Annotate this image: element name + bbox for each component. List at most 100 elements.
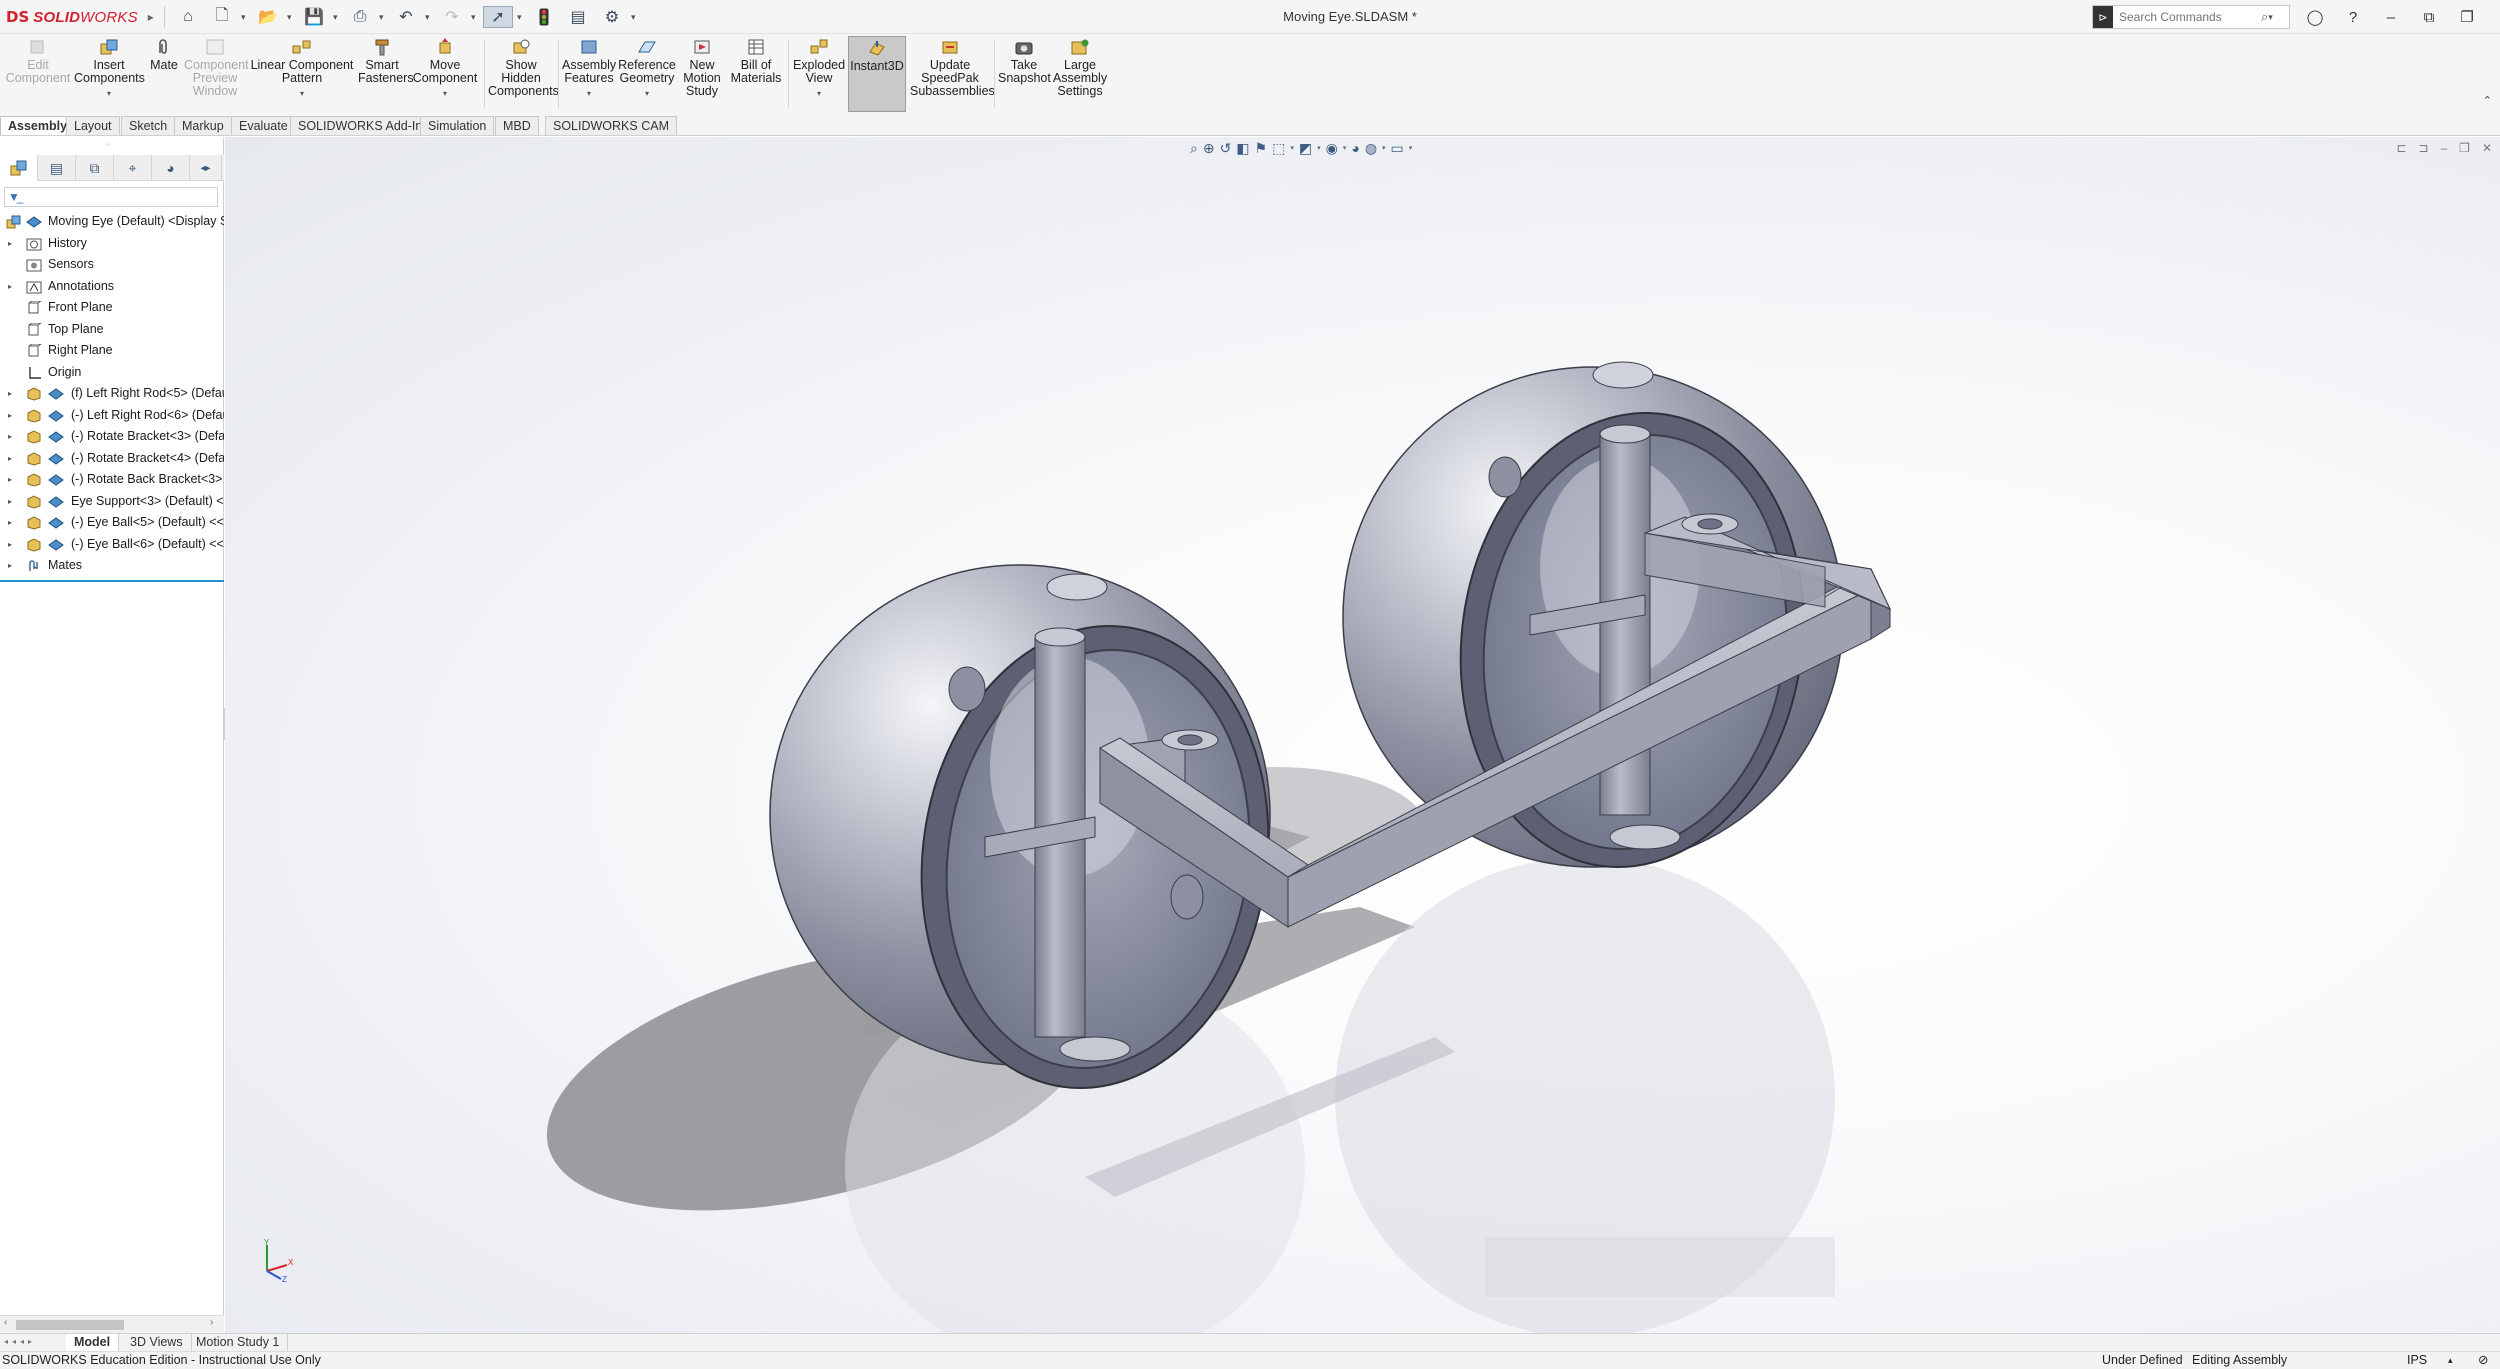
new-dropdown-icon[interactable]: ▾: [241, 12, 249, 23]
tree-root-assembly[interactable]: Moving Eye (Default) <Display Sta: [0, 211, 224, 233]
display-manager-tab-icon[interactable]: ◕: [152, 155, 190, 181]
expand-arrow-icon[interactable]: ▸: [8, 448, 12, 470]
tree-item-component[interactable]: ▸ (-) Left Right Rod<6> (Defaul: [0, 405, 224, 427]
tree-item-component[interactable]: ▸ (-) Eye Ball<5> (Default) <<D: [0, 512, 224, 534]
scroll-thumb[interactable]: [16, 1320, 124, 1330]
panel-grip-icon[interactable]: ◦: [106, 140, 109, 149]
expand-arrow-icon[interactable]: ▸: [8, 233, 12, 255]
select-pointer-icon[interactable]: ➚: [483, 6, 513, 28]
restore-icon[interactable]: ❐: [2450, 4, 2484, 30]
scroll-right-icon[interactable]: ›: [210, 1317, 213, 1328]
redo-dropdown-icon[interactable]: ▾: [471, 12, 479, 23]
open-dropdown-icon[interactable]: ▾: [287, 12, 295, 23]
tab-scroll-arrows-icon[interactable]: ◂▸: [190, 155, 222, 181]
dropdown-arrow-icon[interactable]: ▾: [410, 87, 480, 100]
minimize-icon[interactable]: –: [2374, 4, 2408, 30]
undo-dropdown-icon[interactable]: ▾: [425, 12, 433, 23]
edit-component-button[interactable]: Edit Component: [4, 38, 72, 85]
expand-arrow-icon[interactable]: ▸: [8, 512, 12, 534]
update-speedpak-button[interactable]: Update SpeedPak Subassemblies: [910, 38, 995, 98]
tab-markup[interactable]: Markup: [174, 116, 232, 135]
tree-item-component[interactable]: ▸ Eye Support<3> (Default) <<: [0, 491, 224, 513]
expand-arrow-icon[interactable]: ▸: [8, 405, 12, 427]
search-dropdown-icon[interactable]: ▾: [2268, 12, 2276, 23]
insert-components-button[interactable]: Insert Components ▾: [74, 38, 145, 100]
search-icon[interactable]: ⌕: [2261, 9, 2268, 25]
tree-item-component[interactable]: ▸ (-) Rotate Bracket<3> (Defau: [0, 426, 224, 448]
dropdown-arrow-icon[interactable]: ▾: [74, 87, 144, 100]
print-icon[interactable]: ⎙: [345, 6, 375, 28]
exploded-view-button[interactable]: Exploded View ▾: [792, 38, 846, 100]
tree-item-component[interactable]: ▸ (f) Left Right Rod<5> (Defaul: [0, 383, 224, 405]
save-icon[interactable]: 💾: [299, 6, 329, 28]
expand-arrow-icon[interactable]: ▸: [8, 555, 12, 577]
large-assembly-settings-button[interactable]: Large Assembly Settings: [1052, 38, 1108, 98]
moving-eye-model[interactable]: [225, 137, 2500, 1333]
print-dropdown-icon[interactable]: ▾: [379, 12, 387, 23]
user-account-icon[interactable]: ◯: [2298, 4, 2332, 30]
tree-item-component[interactable]: ▸ (-) Rotate Back Bracket<3> (D: [0, 469, 224, 491]
dropdown-arrow-icon[interactable]: ▾: [792, 87, 846, 100]
mate-button[interactable]: Mate: [146, 38, 182, 72]
undo-icon[interactable]: ↶: [391, 6, 421, 28]
tab-assembly[interactable]: Assembly: [0, 116, 76, 135]
tab-sketch[interactable]: Sketch: [121, 116, 176, 135]
options-dropdown-icon[interactable]: ▾: [631, 12, 639, 23]
tab-evaluate[interactable]: Evaluate: [231, 116, 296, 135]
tab-simulation[interactable]: Simulation: [420, 116, 495, 135]
linear-component-pattern-button[interactable]: Linear Component Pattern ▾: [248, 38, 356, 100]
select-dropdown-icon[interactable]: ▾: [517, 12, 525, 23]
expand-arrow-icon[interactable]: ▸: [8, 491, 12, 513]
feature-manager-tab-icon[interactable]: [0, 155, 38, 181]
dropdown-arrow-icon[interactable]: ▾: [618, 87, 676, 100]
units-status[interactable]: IPS: [2407, 1352, 2427, 1369]
tab-solidworks-cam[interactable]: SOLIDWORKS CAM: [545, 116, 677, 135]
tree-item-front-plane[interactable]: Front Plane: [0, 297, 224, 319]
home-icon[interactable]: ⌂: [173, 6, 203, 28]
new-document-icon[interactable]: 🗋: [207, 6, 237, 28]
dropdown-arrow-icon[interactable]: ▾: [248, 87, 356, 100]
collapse-ribbon-icon[interactable]: ⌃: [2483, 94, 2492, 107]
tree-filter-icon[interactable]: ▼̲: [4, 187, 218, 207]
bill-of-materials-button[interactable]: Bill of Materials: [728, 38, 784, 85]
reference-geometry-button[interactable]: Reference Geometry ▾: [618, 38, 676, 100]
tile-windows-icon[interactable]: ⧉: [2412, 4, 2446, 30]
expand-arrow-icon[interactable]: ▸: [8, 534, 12, 556]
component-preview-window-button[interactable]: Component Preview Window: [184, 38, 249, 98]
tree-item-top-plane[interactable]: Top Plane: [0, 319, 224, 341]
redo-icon[interactable]: ↷: [437, 6, 467, 28]
tree-item-mates[interactable]: ▸ Mates: [0, 555, 224, 577]
tree-item-component[interactable]: ▸ (-) Eye Ball<6> (Default) <<D: [0, 534, 224, 556]
property-manager-tab-icon[interactable]: ▤: [38, 155, 76, 181]
quick-tips-icon[interactable]: ⊘: [2478, 1352, 2488, 1369]
configuration-manager-tab-icon[interactable]: ⧉: [76, 155, 114, 181]
graphics-area[interactable]: ⌕ ⊕ ↺ ◧ ⚑ ⬚ ▾ ◩ ▾ ◉ ▾ ◕ ◍ ▾ ▭ ▾ ⊏ ⊐ – ❐ ✕: [225, 137, 2500, 1333]
save-dropdown-icon[interactable]: ▾: [333, 12, 341, 23]
tree-item-sensors[interactable]: Sensors: [0, 254, 224, 276]
tab-layout[interactable]: Layout: [66, 116, 120, 135]
units-dropdown-icon[interactable]: ▴: [2448, 1352, 2453, 1369]
dropdown-arrow-icon[interactable]: ▾: [562, 87, 616, 100]
menu-arrow-icon[interactable]: ▸: [148, 10, 154, 24]
traffic-light-icon[interactable]: [529, 6, 559, 28]
close-icon[interactable]: ✕: [2488, 4, 2500, 30]
instant3d-button[interactable]: Instant3D: [848, 36, 906, 112]
search-commands[interactable]: ⊳ ⌕ ▾: [2092, 5, 2290, 29]
solidworks-logo[interactable]: DS SOLIDWORKS ▸: [6, 7, 154, 27]
show-hidden-components-button[interactable]: Show Hidden Components: [488, 38, 559, 98]
tab-mbd[interactable]: MBD: [495, 116, 539, 135]
tab-3d-views[interactable]: 3D Views: [122, 1334, 192, 1352]
tab-navigation-arrows-icon[interactable]: ◂◂◂▸: [4, 1337, 36, 1346]
tab-model[interactable]: Model: [66, 1334, 120, 1352]
search-input[interactable]: [2119, 10, 2259, 24]
new-motion-study-button[interactable]: New Motion Study: [680, 38, 724, 98]
expand-arrow-icon[interactable]: ▸: [8, 383, 12, 405]
tree-rollback-bar[interactable]: [0, 579, 224, 582]
expand-arrow-icon[interactable]: ▸: [8, 426, 12, 448]
options-gear-icon[interactable]: ⚙: [597, 6, 627, 28]
smart-fasteners-button[interactable]: Smart Fasteners: [358, 38, 414, 85]
dimxpert-tab-icon[interactable]: ⌖: [114, 155, 152, 181]
open-folder-icon[interactable]: 📂: [253, 6, 283, 28]
tree-item-history[interactable]: ▸ History: [0, 233, 224, 255]
help-icon[interactable]: ?: [2336, 4, 2370, 30]
